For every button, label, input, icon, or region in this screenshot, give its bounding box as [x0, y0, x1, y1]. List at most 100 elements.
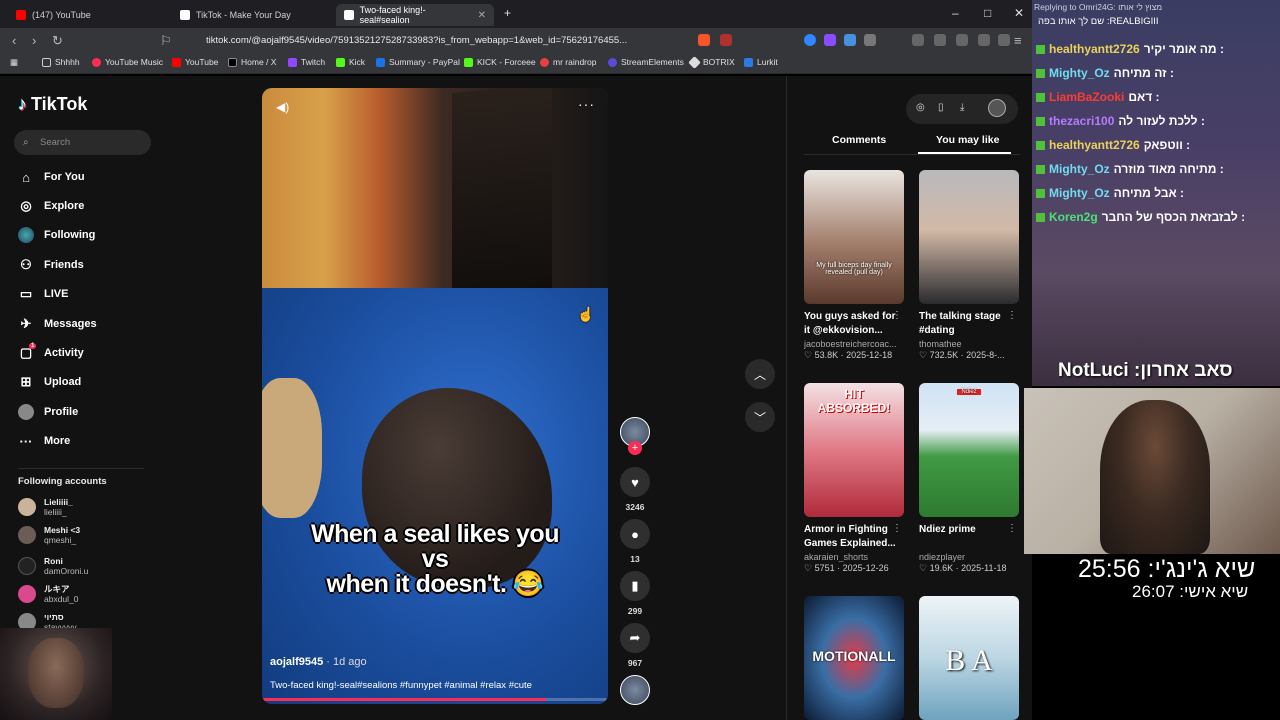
video-thumbnail: My full biceps day finally revealed (pul… [804, 170, 904, 304]
bookmark-item[interactable]: Lurkit [744, 57, 778, 67]
recommended-video-card[interactable]: Ndiez Ndiez prime ndiezplayer ♡ 19.6K · … [919, 383, 1019, 574]
download-icon[interactable]: ⤓ [960, 102, 964, 113]
nav-profile[interactable]: Profile [18, 401, 78, 423]
nav-explore[interactable]: ◎ Explore [18, 195, 84, 217]
recommended-video-card[interactable]: My full biceps day finally revealed (pul… [804, 170, 904, 361]
sidebar-icon[interactable] [934, 34, 946, 46]
chat-username: healthyantt2726 [1049, 138, 1140, 152]
bookmark-item[interactable]: Summary - PayPal [376, 57, 460, 67]
tab-you-may-like[interactable]: You may like [936, 134, 999, 146]
video-player[interactable]: ◀) ··· When a seal likes you vs when it … [262, 88, 608, 704]
wallet-icon[interactable] [956, 34, 968, 46]
nav-following[interactable]: Following [18, 224, 95, 246]
leo-icon[interactable] [978, 34, 990, 46]
new-tab-button[interactable]: + [504, 6, 511, 20]
back-icon[interactable]: ‹ [12, 33, 16, 48]
extension-icon[interactable] [824, 34, 836, 46]
save-button[interactable]: ▮ [620, 571, 650, 601]
follow-plus-icon[interactable]: + [628, 441, 642, 455]
close-tab-icon[interactable]: ✕ [478, 10, 486, 21]
messages-icon: ✈ [20, 316, 32, 331]
bookmark-icon[interactable]: ⚐ [160, 33, 172, 49]
forward-icon[interactable]: › [32, 33, 36, 48]
compass-icon[interactable]: ◎ [916, 102, 925, 113]
recommended-video-card[interactable]: MOTIONALL [804, 596, 904, 720]
nav-for-you[interactable]: ⌂ For You [18, 166, 84, 188]
menu-icon[interactable]: ≡ [1014, 33, 1022, 48]
tiktok-logo[interactable]: ♪ TikTok [18, 94, 87, 115]
sound-disc-icon[interactable] [620, 675, 650, 705]
minimize-button[interactable]: – [952, 6, 959, 20]
video-description[interactable]: Two-faced king!-seal#sealions #funnypet … [270, 680, 532, 691]
chat-username: thezacri100 [1049, 114, 1115, 128]
search-input[interactable]: ⌕ Search [14, 130, 151, 155]
nav-upload[interactable]: ⊞ Upload [18, 371, 82, 393]
nav-live[interactable]: ▭ LIVE [18, 283, 69, 305]
share-button[interactable]: ➦ [620, 623, 650, 653]
more-options-icon[interactable]: ⋮ [892, 310, 902, 321]
bookmark-item[interactable]: Shhhh [42, 57, 80, 67]
chat-message: healthyantt2726 מה אומר יקיר : [1036, 40, 1224, 58]
more-options-icon[interactable]: ⋮ [1007, 523, 1017, 534]
tab-tiktok-home[interactable]: TikTok - Make Your Day [172, 4, 332, 26]
volume-icon[interactable]: ◀) [276, 100, 289, 114]
bookmark-item[interactable]: mr raindrop [540, 57, 596, 67]
nav-messages[interactable]: ✈ Messages [18, 313, 97, 335]
more-options-icon[interactable]: ⋮ [892, 523, 902, 534]
more-options-icon[interactable]: ⋮ [1007, 310, 1017, 321]
like-button[interactable]: ♥ [620, 467, 650, 497]
following-account[interactable]: Roni damOroni.u [18, 554, 88, 578]
media-icon[interactable] [912, 34, 924, 46]
comment-button[interactable]: ● [620, 519, 650, 549]
video-thumbnail: HIT ABSORBED! [804, 383, 904, 517]
extension-icon[interactable] [804, 34, 816, 46]
chat-message: שם לך אותו בפה :REALBIGIII [1038, 16, 1159, 27]
account-handle: lieliiii_ [44, 507, 67, 517]
user-avatar[interactable] [988, 99, 1006, 117]
vpn-icon[interactable] [998, 34, 1010, 46]
video-author[interactable]: aojalf9545 · 1d ago [270, 656, 367, 668]
recommended-video-card[interactable]: The talking stage #dating thomathee ♡ 73… [919, 170, 1019, 361]
following-account[interactable]: ルキア abxdul_0 [18, 582, 79, 606]
bookmark-item[interactable]: Twitch [288, 57, 325, 67]
bookmark-label: YouTube Music [105, 57, 163, 67]
bookmark-item[interactable]: KICK - Forceee [464, 57, 536, 67]
more-options-icon[interactable]: ··· [578, 96, 595, 112]
account-handle: qmeshi_ [44, 535, 77, 545]
recommended-video-card[interactable]: HIT ABSORBED! Armor in Fighting Games Ex… [804, 383, 904, 574]
video-toolbar: ◎ ▯ ⤓ [906, 94, 1018, 124]
chat-text: דאם : [1128, 90, 1160, 104]
previous-video-button[interactable]: ︿ [745, 359, 775, 389]
maximize-button[interactable]: □ [984, 6, 991, 20]
following-account[interactable]: Lieliiii_ lieliiii_ [18, 495, 73, 519]
close-window-button[interactable]: ✕ [1014, 6, 1024, 20]
bookmark-item[interactable]: YouTube Music [92, 57, 163, 67]
extension-icon[interactable] [844, 34, 856, 46]
bookmark-item[interactable]: YouTube [172, 57, 218, 67]
bookmark-label: KICK - Forceee [477, 57, 536, 67]
rewards-icon[interactable] [720, 34, 732, 46]
recommended-video-card[interactable]: B A [919, 596, 1019, 720]
tab-video-active[interactable]: Two-faced king!-seal#sealion ✕ [336, 4, 494, 26]
tab-comments[interactable]: Comments [832, 134, 886, 146]
corner-facecam [0, 628, 112, 720]
apps-icon[interactable]: ▦ [10, 57, 18, 68]
brave-shield-icon[interactable] [698, 34, 710, 46]
video-progress-bar[interactable] [262, 698, 608, 701]
bookmark-item[interactable]: StreamElements [608, 57, 684, 67]
bookmark-item[interactable]: BOTRIX [688, 55, 735, 69]
reload-icon[interactable]: ↻ [52, 33, 63, 49]
device-icon[interactable]: ▯ [938, 102, 944, 113]
tiktok-icon [180, 10, 190, 20]
nav-more[interactable]: ··· More [18, 430, 71, 452]
chat-message: Mighty_Oz זה מתיחה : [1036, 64, 1174, 82]
following-account[interactable]: Meshi <3 qmeshi_ [18, 523, 80, 547]
bookmark-item[interactable]: Home / X [228, 57, 276, 67]
url-field[interactable]: tiktok.com/@aojalf9545/video/75913521275… [180, 32, 740, 50]
bookmark-item[interactable]: Kick [336, 57, 365, 67]
nav-activity[interactable]: ▢ 1 Activity [18, 342, 84, 364]
nav-friends[interactable]: ⚇ Friends [18, 254, 84, 276]
puzzle-icon[interactable] [864, 34, 876, 46]
next-video-button[interactable]: ﹀ [745, 402, 775, 432]
tab-youtube[interactable]: (147) YouTube [8, 4, 168, 26]
